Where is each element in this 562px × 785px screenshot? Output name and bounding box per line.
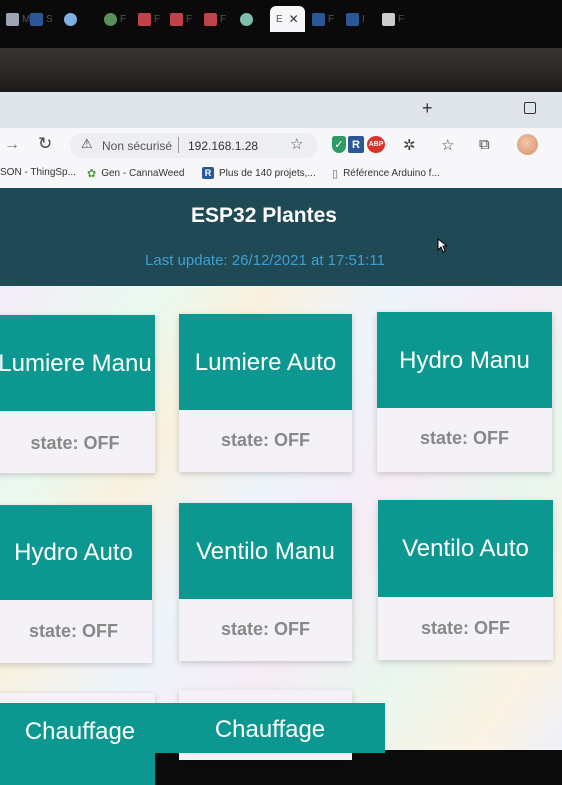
card-state: state: OFF [30,433,120,453]
tab-favicon-icon [170,12,183,26]
leaf-icon: ✿ [87,168,97,180]
bookmark-r-icon: R [202,167,214,179]
favorites-icon[interactable]: ☆ [441,136,454,154]
card-ventilo-auto: Ventilo Auto state: OFF [378,500,553,660]
browser-tab[interactable]: M [6,6,30,32]
card-state: state: OFF [28,621,118,641]
page-title: ESP32 Plantes [191,204,337,227]
collections-icon[interactable]: ⧉ [479,136,490,153]
card-state: state: OFF [220,430,310,450]
new-tab-icon[interactable]: + [422,98,433,119]
card-title[interactable]: Lumiere Auto [179,314,352,410]
browser-tab[interactable]: F [170,6,192,32]
close-icon[interactable]: ✕ [289,12,299,26]
extensions-puzzle-icon[interactable]: ✲ [403,136,416,154]
card-title[interactable]: Chauffage [0,703,160,753]
document-icon [382,12,395,26]
monitor-bezel-edge [0,48,562,92]
browser-tab-bar [0,92,562,128]
globe-icon [104,12,117,26]
browser-tab[interactable]: S [30,6,53,32]
tab-favicon-icon [6,12,19,26]
tab-favicon-icon [138,12,151,26]
tab-favicon-icon [204,12,217,26]
card-lumiere-manu: Lumiere Manu state: OFF [0,315,155,473]
last-update-text: Last update: 26/12/2021 at 17:51:11 [145,252,385,269]
browser-tab[interactable]: F [104,6,126,32]
url-text[interactable]: 192.168.1.28 [188,139,258,153]
browser-tab[interactable]: F [138,6,160,32]
browser-tab[interactable] [240,6,256,32]
browser-tab-active[interactable]: E ✕ [270,6,305,32]
maximize-icon[interactable] [524,102,536,114]
browser-tab[interactable]: F [382,6,404,32]
card-hydro-auto: Hydro Auto state: OFF [0,505,152,663]
tab-favicon-icon [346,12,359,26]
tab-favicon-icon [30,12,43,26]
card-state: state: OFF [420,618,510,638]
document-icon: ▯ [332,168,339,180]
card-state: state: OFF [419,428,509,448]
add-favorite-icon[interactable]: ☆ [290,135,303,153]
mouse-cursor-icon [437,238,447,253]
card-lumiere-auto: Lumiere Auto state: OFF [179,314,352,472]
extension-r-icon[interactable]: R [348,136,364,153]
browser-tab[interactable] [64,6,80,32]
card-hydro-manu: Hydro Manu state: OFF [377,312,552,472]
card-title[interactable]: Hydro Auto [0,505,152,600]
card-ventilo-manu: Ventilo Manu state: OFF [179,503,352,661]
adblock-icon[interactable]: ABP [367,136,385,153]
card-title[interactable]: Lumiere Manu [0,315,155,411]
profile-avatar[interactable] [517,134,538,155]
card-title[interactable]: Hydro Manu [377,312,552,408]
warning-icon[interactable]: ⚠ [81,136,93,152]
security-label[interactable]: Non sécurisé [102,139,172,153]
tab-favicon-icon [64,12,77,26]
bookmark-item[interactable]: ▯ Référence Arduino f... [332,167,440,180]
card-title[interactable]: Ventilo Auto [378,500,553,597]
card-title[interactable]: Ventilo Manu [179,503,352,599]
bookmark-item[interactable]: R Plus de 140 projets,... [202,167,316,179]
bookmark-item[interactable]: SON - ThingSp... [0,167,76,178]
tab-favicon-icon [240,12,253,26]
card-state: state: OFF [220,619,310,639]
divider [178,137,179,153]
browser-tab[interactable]: F [312,6,334,32]
browser-tab[interactable]: F [204,6,226,32]
forward-arrow-icon[interactable]: → [4,136,20,154]
card-title[interactable]: Chauffage [155,703,385,753]
page-header [0,188,562,286]
tab-favicon-icon [312,12,325,26]
browser-tab[interactable]: I [346,6,365,32]
reload-icon[interactable]: ↻ [38,134,52,154]
shield-icon[interactable]: ✓ [332,136,346,153]
bookmark-item[interactable]: ✿ Gen - CannaWeed [87,167,184,180]
